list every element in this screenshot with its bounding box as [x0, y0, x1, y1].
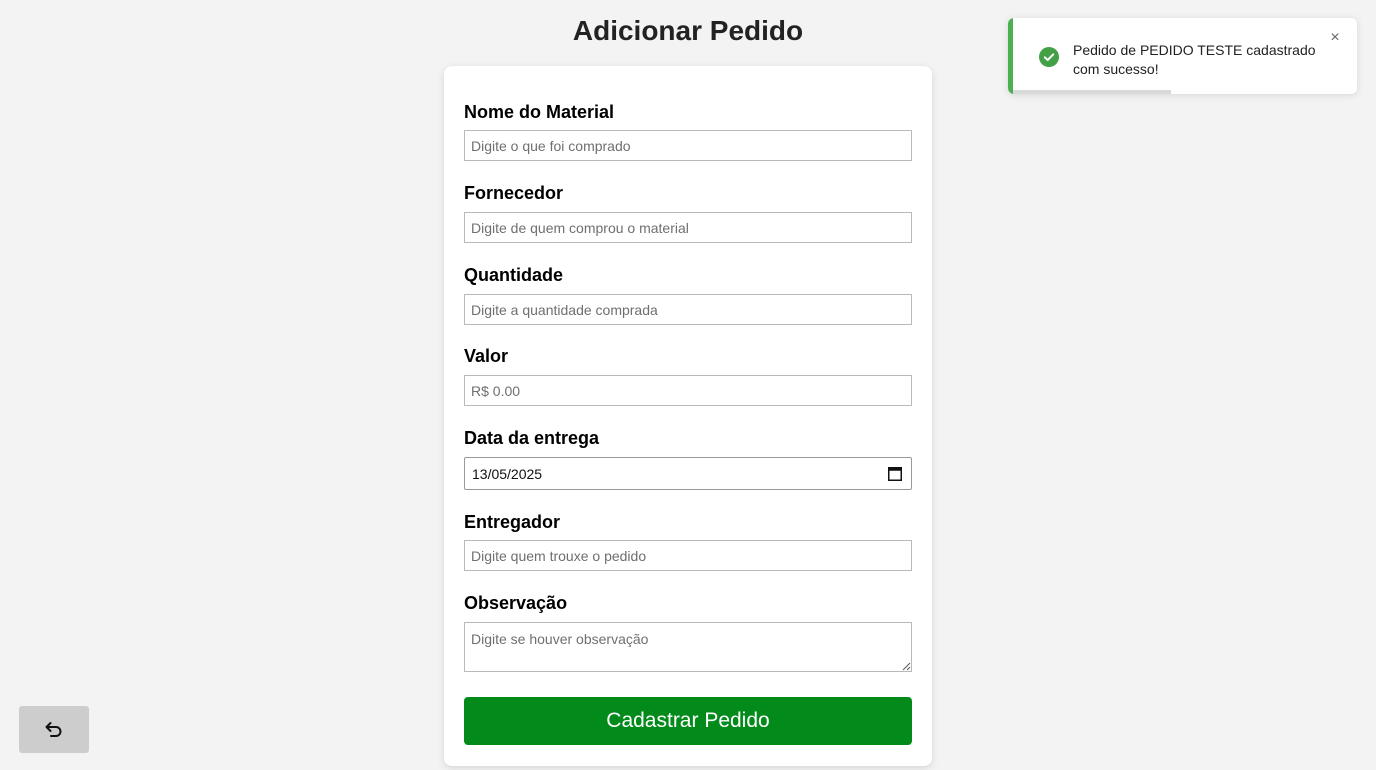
material-name-label: Nome do Material [464, 102, 615, 122]
courier-label: Entregador [464, 512, 561, 532]
material-name-input[interactable] [464, 130, 912, 161]
toast-progress-track [1013, 90, 1357, 94]
delivery-date-label: Data da entrega [464, 428, 600, 448]
supplier-label: Fornecedor [464, 183, 564, 203]
toast-progress-bar [1013, 90, 1172, 94]
back-button[interactable] [19, 706, 89, 753]
calendar-icon[interactable] [888, 466, 902, 481]
quantity-label: Quantidade [464, 265, 564, 285]
delivery-date-value: 13/05/2025 [472, 466, 543, 482]
order-form: Nome do Material Fornecedor Quantidade V… [444, 66, 932, 766]
undo-arrow-icon [45, 722, 62, 737]
toast-accent-bar [1008, 18, 1013, 94]
delivery-date-input[interactable]: 13/05/2025 [464, 457, 912, 490]
submit-order-button[interactable]: Cadastrar Pedido [464, 697, 912, 745]
value-input[interactable] [464, 375, 912, 406]
quantity-input[interactable] [464, 294, 912, 325]
value-label: Valor [464, 346, 509, 366]
check-circle-icon [1039, 47, 1059, 67]
resize-handle-icon[interactable] [902, 662, 911, 671]
observation-textarea[interactable] [464, 622, 912, 672]
supplier-input[interactable] [464, 212, 912, 243]
success-toast: Pedido de PEDIDO TESTE cadastrado com su… [1008, 18, 1357, 94]
observation-label: Observação [464, 593, 568, 613]
courier-input[interactable] [464, 540, 912, 571]
close-icon[interactable]: × [1328, 30, 1342, 46]
toast-message: Pedido de PEDIDO TESTE cadastrado com su… [1073, 42, 1316, 77]
